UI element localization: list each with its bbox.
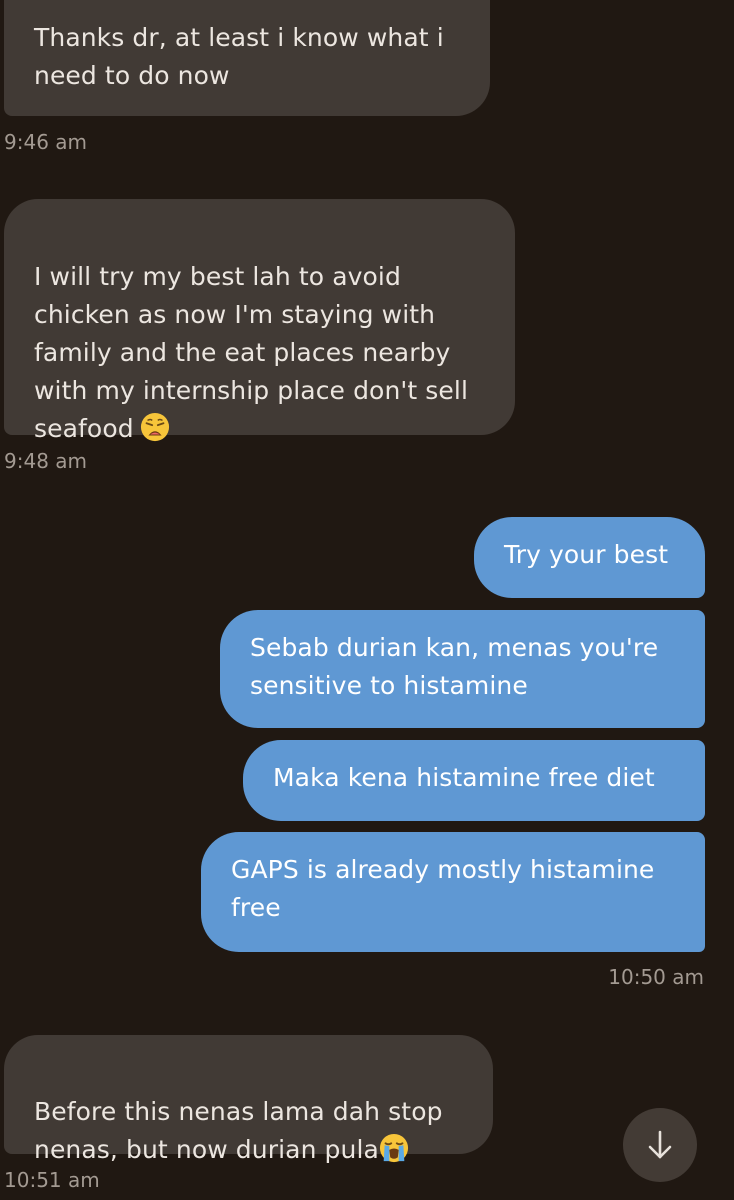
outgoing-message[interactable]: GAPS is already mostly histamine free: [201, 832, 705, 952]
message-text: I will try my best lah to avoid chicken …: [34, 262, 469, 443]
outgoing-message[interactable]: Try your best: [474, 517, 705, 598]
chat-thread: Thanks dr, at least i know what i need t…: [0, 0, 734, 1200]
outgoing-message[interactable]: Sebab durian kan, menas you're sensitive…: [220, 610, 705, 728]
message-timestamp: 9:48 am: [4, 449, 88, 473]
outgoing-message[interactable]: Maka kena histamine free diet: [243, 740, 705, 821]
scroll-to-bottom-button[interactable]: [623, 1108, 697, 1182]
weary-face-emoji-icon: [140, 412, 169, 442]
incoming-message[interactable]: Thanks dr, at least i know what i need t…: [4, 0, 490, 116]
loudly-crying-face-emoji-icon: [379, 1133, 408, 1163]
incoming-message[interactable]: Before this nenas lama dah stop nenas, b…: [4, 1035, 493, 1164]
message-timestamp: 10:50 am: [608, 965, 704, 989]
incoming-message[interactable]: I will try my best lah to avoid chicken …: [4, 199, 515, 443]
message-timestamp: 9:46 am: [4, 130, 88, 154]
arrow-down-icon: [648, 1130, 672, 1159]
message-timestamp: 10:51 am: [4, 1168, 100, 1192]
